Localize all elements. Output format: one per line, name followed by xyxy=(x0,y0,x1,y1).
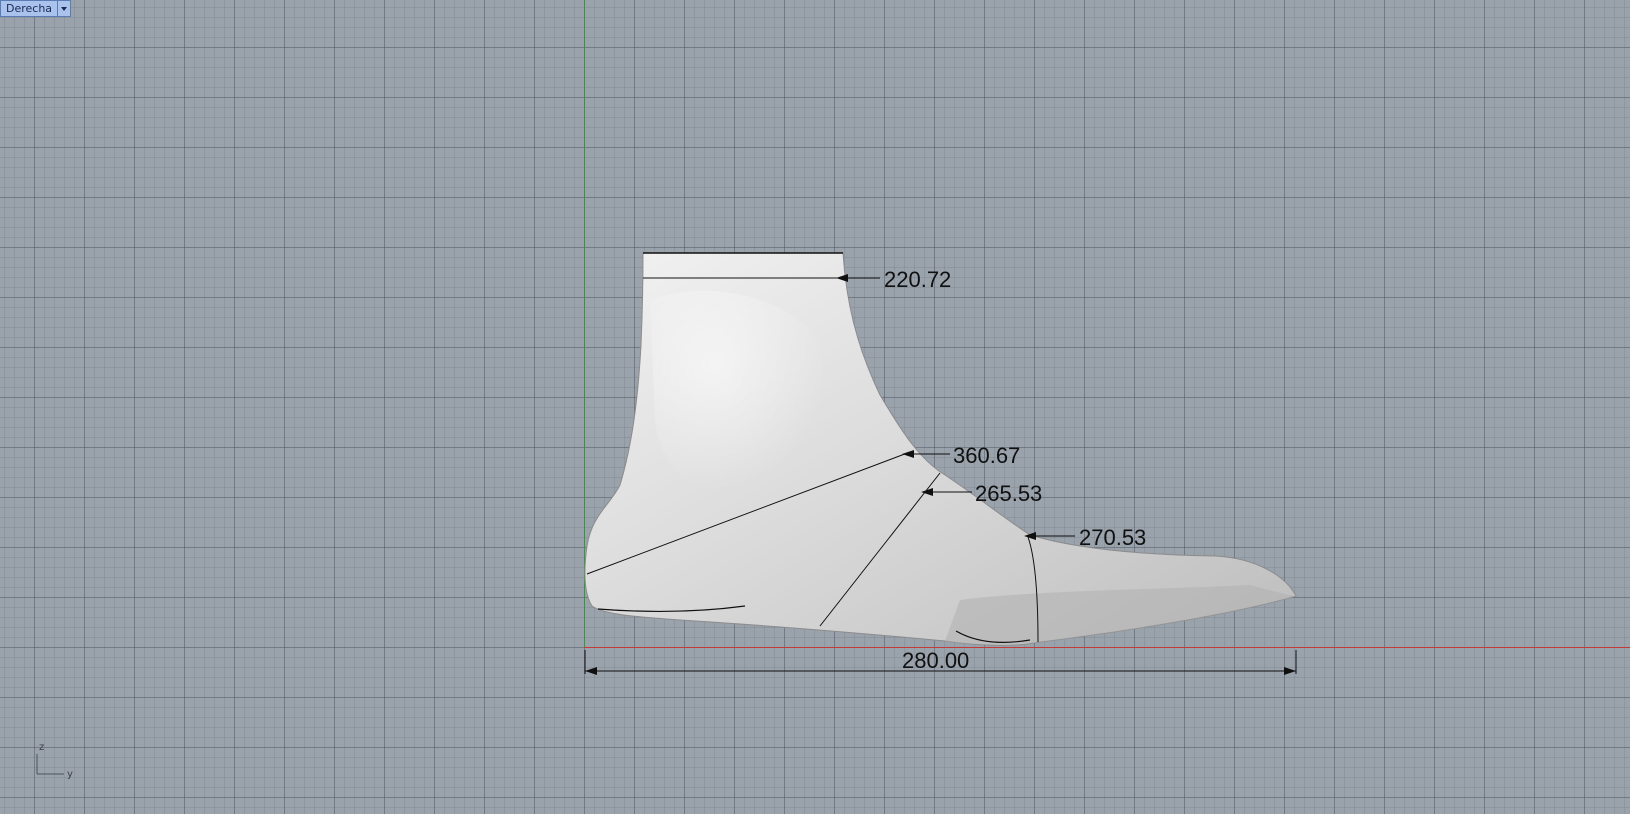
viewport-menu-arrow-icon[interactable] xyxy=(57,1,70,16)
dimension-label-length[interactable]: 280.00 xyxy=(902,648,969,673)
dimension-label-instep-girth[interactable]: 360.67 xyxy=(953,443,1020,468)
dimension-label-waist-girth[interactable]: 265.53 xyxy=(975,481,1042,506)
viewport-title-label[interactable]: Derecha xyxy=(1,1,57,16)
viewport-right-view[interactable]: Derecha 220.72 360.67 265.53 270.53 280.… xyxy=(0,0,1630,814)
dimension-label-ball-girth[interactable]: 270.53 xyxy=(1079,525,1146,550)
dimension-label-top-girth[interactable]: 220.72 xyxy=(884,267,951,292)
axis-label-z: z xyxy=(39,742,44,753)
axis-orientation-icon: z y xyxy=(36,742,73,780)
boot-last-model[interactable] xyxy=(584,252,1297,646)
axis-label-y: y xyxy=(67,769,73,780)
viewport-title-tab[interactable]: Derecha xyxy=(0,0,72,17)
model-scene: 220.72 360.67 265.53 270.53 280.00 xyxy=(584,252,1297,675)
